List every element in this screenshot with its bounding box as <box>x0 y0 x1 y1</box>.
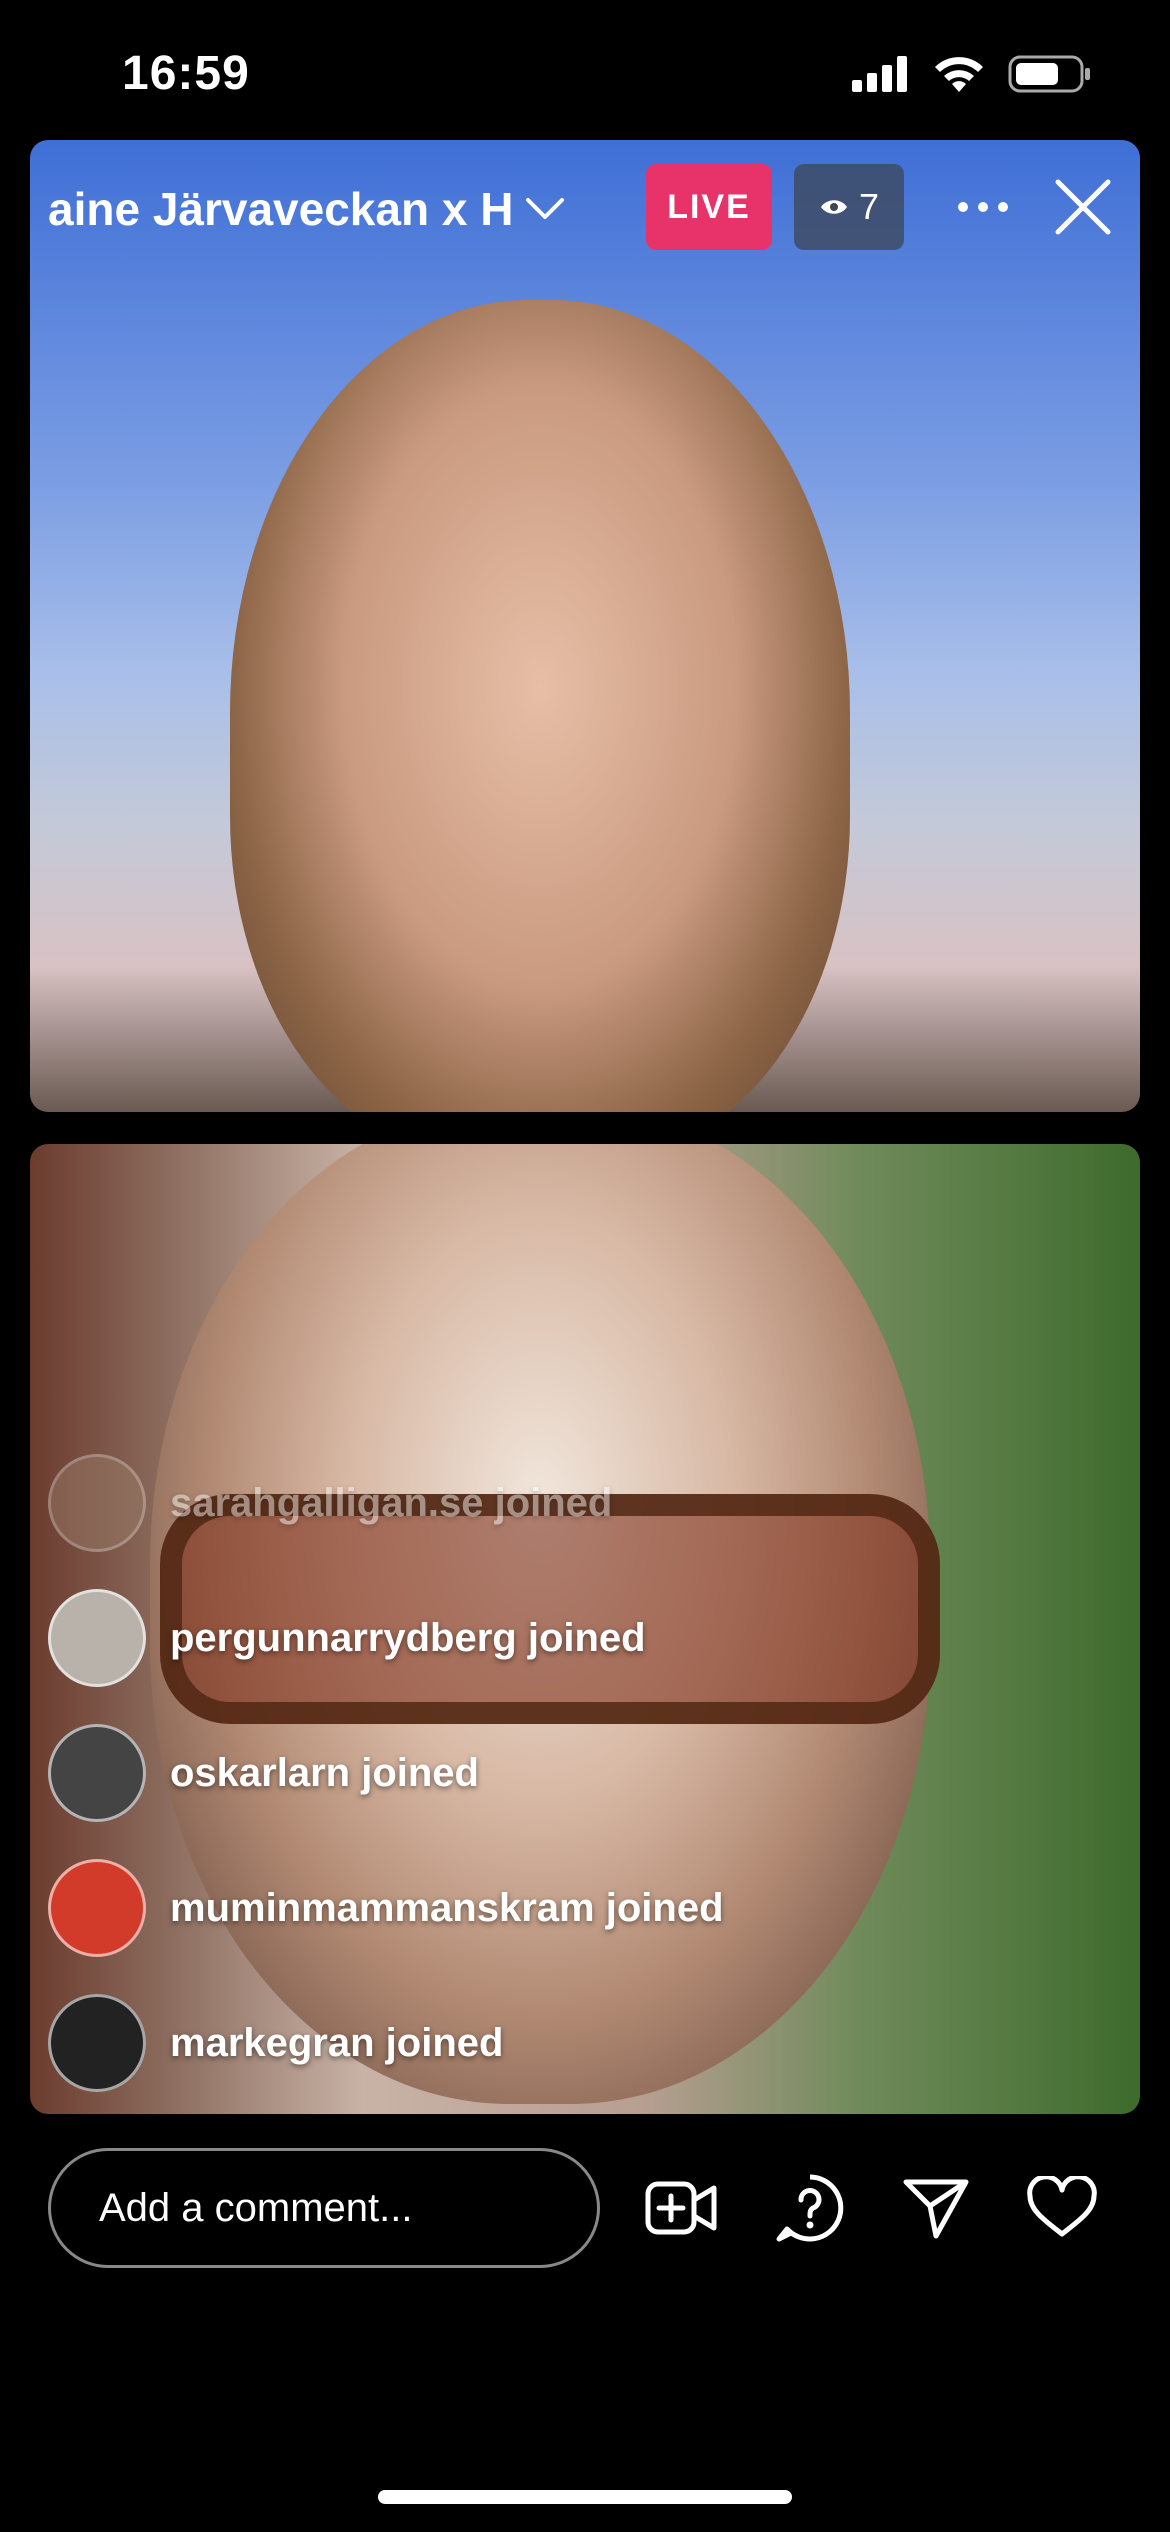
join-text: markegran joined <box>170 2020 504 2065</box>
question-icon <box>776 2174 844 2242</box>
live-badge: LIVE <box>646 164 772 250</box>
more-button[interactable] <box>940 164 1026 250</box>
like-button[interactable] <box>1014 2160 1110 2256</box>
avatar[interactable] <box>48 1994 146 2092</box>
join-text: pergunnarrydberg joined <box>170 1615 646 1660</box>
battery-icon <box>1008 55 1090 93</box>
send-icon <box>903 2179 969 2239</box>
close-icon <box>1055 179 1111 235</box>
wifi-icon <box>935 57 983 92</box>
video-add-button[interactable] <box>634 2160 730 2256</box>
chevron-down-icon[interactable] <box>525 197 565 221</box>
avatar[interactable] <box>48 1859 146 1957</box>
status-bar: 16:59 <box>0 0 1170 140</box>
live-title-text: aine Järvaveckan x H <box>48 183 514 235</box>
join-text: muminmammanskram joined <box>170 1885 724 1930</box>
home-indicator[interactable] <box>378 2490 792 2504</box>
cellular-signal-icon <box>852 56 907 92</box>
host-video-frame <box>230 300 850 1112</box>
join-item: sarahgalligan.se joined <box>48 1454 948 1552</box>
close-button[interactable] <box>1040 164 1126 250</box>
video-add-icon <box>645 2181 717 2235</box>
join-item: oskarlarn joined <box>48 1724 948 1822</box>
join-item: muminmammanskram joined <box>48 1859 948 1957</box>
comment-input[interactable]: Add a comment... <box>48 2148 600 2268</box>
live-header: aine Järvaveckan x H LIVE 7 <box>30 140 1140 270</box>
live-title[interactable]: aine Järvaveckan x H <box>48 182 565 236</box>
clock: 16:59 <box>122 47 250 100</box>
live-video-host[interactable]: aine Järvaveckan x H LIVE 7 <box>30 140 1140 1112</box>
heart-icon <box>1027 2176 1097 2237</box>
join-text: oskarlarn joined <box>170 1750 479 1795</box>
bottom-bar: Add a comment... <box>0 2148 1170 2268</box>
comment-placeholder: Add a comment... <box>99 2185 413 2230</box>
join-text: sarahgalligan.se joined <box>170 1480 613 1525</box>
eye-icon <box>820 200 847 214</box>
avatar[interactable] <box>48 1724 146 1822</box>
join-item: markegran joined <box>48 1994 948 2092</box>
avatar[interactable] <box>48 1589 146 1687</box>
question-button[interactable] <box>762 2160 858 2256</box>
more-icon <box>958 202 1008 212</box>
join-item: pergunnarrydberg joined <box>48 1589 948 1687</box>
viewer-count: 7 <box>858 186 880 227</box>
avatar[interactable] <box>48 1454 146 1552</box>
join-feed: sarahgalligan.se joined pergunnarrydberg… <box>48 1454 948 2129</box>
status-icons <box>852 54 1092 94</box>
viewer-count-badge[interactable]: 7 <box>794 164 904 250</box>
share-button[interactable] <box>888 2160 984 2256</box>
